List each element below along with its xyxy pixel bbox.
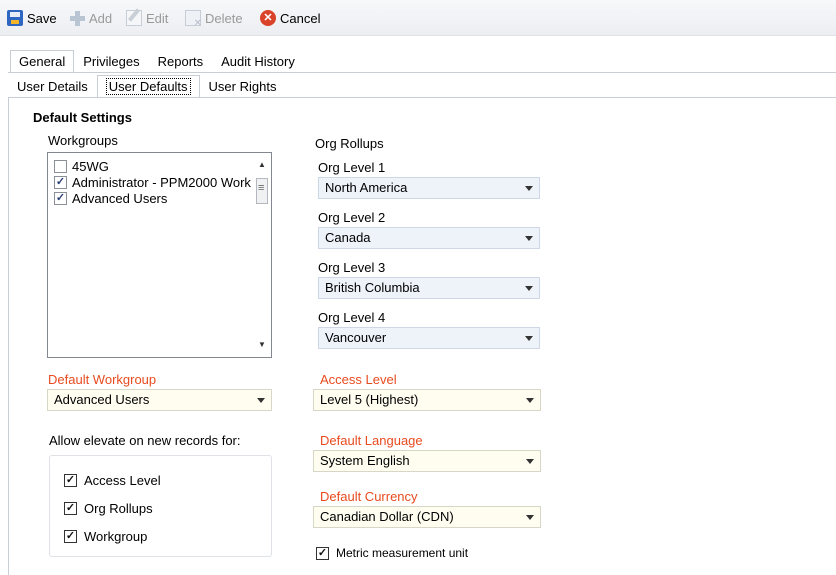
delete-label: Delete xyxy=(205,10,243,26)
default-workgroup-select[interactable]: Advanced Users xyxy=(47,389,272,411)
default-workgroup-value: Advanced Users xyxy=(54,392,150,407)
org-level-1-select[interactable]: North America xyxy=(318,177,540,199)
workgroups-list[interactable]: 45WG Administrator - PPM2000 Work Advanc… xyxy=(47,152,272,358)
workgroup-checkbox[interactable] xyxy=(54,191,67,205)
access-level-label: Access Level xyxy=(320,372,397,387)
chevron-down-icon xyxy=(525,286,533,291)
elevate-org-rollups-label: Org Rollups xyxy=(84,501,153,516)
org-level-2-label: Org Level 2 xyxy=(318,210,386,225)
chevron-down-icon xyxy=(525,186,533,191)
list-item[interactable]: Advanced Users xyxy=(54,190,167,206)
cancel-icon: ✕ xyxy=(260,10,276,26)
tab-user-details[interactable]: User Details xyxy=(8,75,97,97)
chevron-down-icon xyxy=(525,336,533,341)
edit-icon xyxy=(126,10,142,26)
edit-button[interactable]: Edit xyxy=(126,9,168,27)
elevate-access-level[interactable]: Access Level xyxy=(64,473,161,488)
list-item[interactable]: 45WG xyxy=(54,158,109,174)
default-currency-value: Canadian Dollar (CDN) xyxy=(320,509,454,524)
chevron-down-icon xyxy=(526,459,534,464)
org-level-1-label: Org Level 1 xyxy=(318,160,386,175)
workgroups-scrollbar[interactable]: ▲ ▼ xyxy=(254,154,270,356)
chevron-down-icon xyxy=(525,236,533,241)
elevate-label: Allow elevate on new records for: xyxy=(49,433,241,448)
access-level-select[interactable]: Level 5 (Highest) xyxy=(313,389,541,411)
tab-general[interactable]: General xyxy=(10,50,75,72)
sub-tabs-divider xyxy=(8,97,836,98)
list-item[interactable]: Administrator - PPM2000 Work xyxy=(54,174,251,190)
tab-privileges[interactable]: Privileges xyxy=(74,50,148,72)
workgroup-label: Administrator - PPM2000 Work xyxy=(72,174,251,190)
edit-label: Edit xyxy=(146,10,169,26)
org-level-3-value: British Columbia xyxy=(325,280,420,295)
chevron-down-icon xyxy=(526,398,534,403)
delete-icon xyxy=(185,10,202,29)
org-level-2-value: Canada xyxy=(325,230,371,245)
default-workgroup-label: Default Workgroup xyxy=(48,372,157,387)
metric-unit-label: Metric measurement unit xyxy=(336,546,469,560)
default-language-value: System English xyxy=(320,453,410,468)
workgroup-checkbox[interactable] xyxy=(54,175,67,189)
chevron-down-icon xyxy=(526,515,534,520)
workgroup-label: 45WG xyxy=(72,158,109,174)
workgroups-label: Workgroups xyxy=(48,133,118,148)
org-level-3-select[interactable]: British Columbia xyxy=(318,277,540,299)
main-tabs-divider xyxy=(8,72,836,73)
tab-audit-history[interactable]: Audit History xyxy=(212,50,304,72)
tab-reports[interactable]: Reports xyxy=(149,50,213,72)
save-button[interactable]: Save xyxy=(7,9,57,27)
chevron-down-icon xyxy=(257,398,265,403)
toolbar: Save Add Edit Delete ✕ Cancel xyxy=(0,0,836,36)
cancel-label: Cancel xyxy=(280,10,321,26)
tab-user-defaults-label: User Defaults xyxy=(105,78,191,95)
save-icon xyxy=(7,10,23,26)
scroll-down-icon[interactable]: ▼ xyxy=(258,340,266,349)
sub-tabs: User Details User Defaults User Rights xyxy=(8,75,285,97)
access-level-checkbox[interactable] xyxy=(64,474,77,487)
org-level-3-label: Org Level 3 xyxy=(318,260,386,275)
workgroup-checkbox[interactable] xyxy=(64,530,77,543)
workgroup-checkbox[interactable] xyxy=(54,159,67,173)
access-level-value: Level 5 (Highest) xyxy=(320,392,419,407)
scroll-up-icon[interactable]: ▲ xyxy=(258,160,266,169)
metric-unit-checkbox[interactable] xyxy=(316,546,329,560)
org-level-4-label: Org Level 4 xyxy=(318,310,386,325)
org-level-4-select[interactable]: Vancouver xyxy=(318,327,540,349)
metric-unit-option[interactable]: Metric measurement unit xyxy=(316,546,468,560)
org-level-2-select[interactable]: Canada xyxy=(318,227,540,249)
add-icon xyxy=(69,10,85,26)
org-level-4-value: Vancouver xyxy=(325,330,387,345)
main-tabs: General Privileges Reports Audit History xyxy=(10,50,304,72)
add-button[interactable]: Add xyxy=(69,9,112,27)
elevate-workgroup[interactable]: Workgroup xyxy=(64,529,147,544)
add-label: Add xyxy=(89,10,113,26)
cancel-button[interactable]: ✕ Cancel xyxy=(260,9,320,27)
tab-user-rights[interactable]: User Rights xyxy=(200,75,286,97)
elevate-access-level-label: Access Level xyxy=(84,473,161,488)
elevate-workgroup-label: Workgroup xyxy=(84,529,148,544)
org-level-1-value: North America xyxy=(325,180,408,195)
default-language-select[interactable]: System English xyxy=(313,450,541,472)
scroll-thumb[interactable] xyxy=(256,178,268,204)
tab-user-defaults[interactable]: User Defaults xyxy=(96,75,200,97)
org-rollups-label: Org Rollups xyxy=(315,136,384,151)
org-rollups-checkbox[interactable] xyxy=(64,502,77,515)
default-language-label: Default Language xyxy=(320,433,423,448)
workgroup-label: Advanced Users xyxy=(72,190,168,206)
delete-button[interactable]: Delete xyxy=(185,9,243,29)
panel-border xyxy=(8,97,9,575)
default-currency-label: Default Currency xyxy=(320,489,418,504)
elevate-org-rollups[interactable]: Org Rollups xyxy=(64,501,153,516)
default-currency-select[interactable]: Canadian Dollar (CDN) xyxy=(313,506,541,528)
save-label: Save xyxy=(27,10,57,26)
section-title: Default Settings xyxy=(33,110,132,125)
